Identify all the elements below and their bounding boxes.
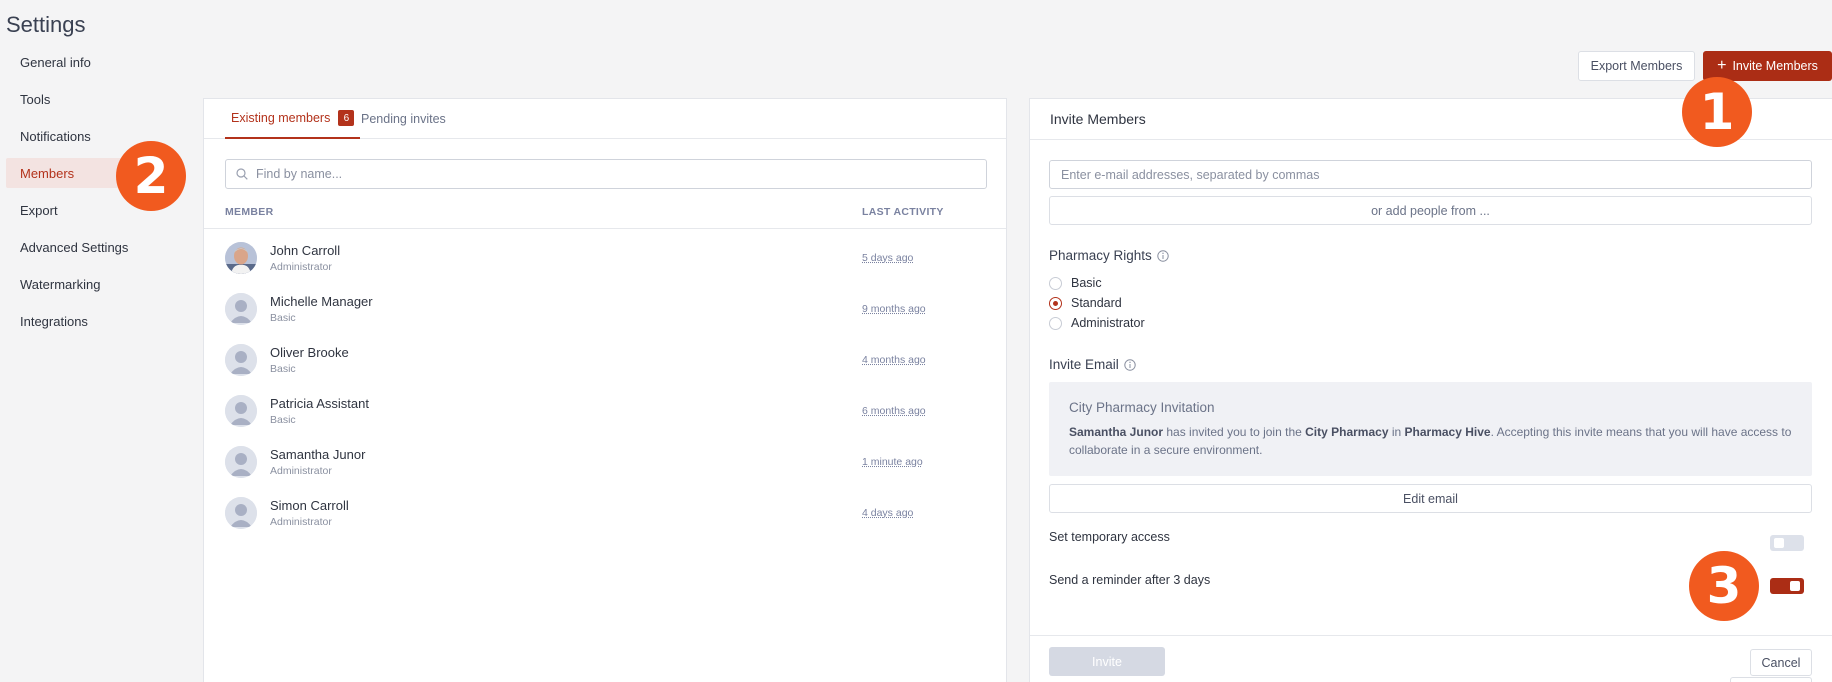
column-header-last-activity[interactable]: LAST ACTIVITY: [862, 206, 944, 218]
member-last-activity: 4 months ago: [862, 354, 926, 366]
member-role: Basic: [270, 312, 296, 324]
edit-email-button[interactable]: Edit email: [1049, 484, 1812, 513]
member-name: John Carroll: [270, 243, 340, 258]
search-placeholder: Find by name...: [256, 167, 342, 181]
member-last-activity: 6 months ago: [862, 405, 926, 417]
sidebar-item-label: Export: [20, 203, 58, 218]
member-last-activity: 4 days ago: [862, 507, 913, 519]
avatar-placeholder-icon: [225, 395, 257, 427]
sidebar-item-label: Notifications: [20, 129, 91, 144]
members-tabs: Existing members 6 Pending invites: [204, 99, 1006, 139]
step-marker-2: 2: [116, 141, 186, 211]
column-header-member[interactable]: MEMBER: [225, 206, 273, 218]
radio-standard[interactable]: [1049, 297, 1062, 310]
sidebar-item-label: Integrations: [20, 314, 88, 329]
member-last-activity: 5 days ago: [862, 252, 913, 264]
sidebar-item-label: General info: [20, 55, 91, 70]
invite-members-label: Invite Members: [1732, 59, 1817, 73]
table-row[interactable]: John Carroll Administrator 5 days ago: [225, 238, 987, 278]
radio-label: Basic: [1071, 276, 1102, 290]
member-name: Patricia Assistant: [270, 396, 369, 411]
temporary-access-label: Set temporary access: [1049, 530, 1170, 544]
tab-existing-label: Existing members: [231, 111, 330, 125]
rights-option-administrator[interactable]: Administrator: [1049, 315, 1145, 331]
sidebar-item-label: Tools: [20, 92, 50, 107]
invite-button[interactable]: Invite: [1049, 647, 1165, 676]
reminder-label: Send a reminder after 3 days: [1049, 573, 1210, 587]
plus-icon: +: [1717, 58, 1726, 74]
member-role: Administrator: [270, 261, 332, 273]
member-role: Administrator: [270, 465, 332, 477]
sidebar-item-tools[interactable]: Tools: [6, 84, 182, 114]
sidebar-item-general-info[interactable]: General info: [6, 47, 182, 77]
email-input[interactable]: Enter e-mail addresses, separated by com…: [1049, 160, 1812, 189]
search-icon: [236, 168, 248, 180]
member-last-activity: 9 months ago: [862, 303, 926, 315]
email-placeholder: Enter e-mail addresses, separated by com…: [1061, 168, 1319, 182]
invite-panel-title: Invite Members: [1050, 111, 1146, 127]
footer-secondary-button[interactable]: [1730, 677, 1812, 682]
step-marker-3: 3: [1689, 551, 1759, 621]
tab-pending-invites[interactable]: Pending invites: [361, 99, 446, 139]
preview-text: has invited you to join the: [1163, 425, 1305, 439]
export-members-button[interactable]: Export Members: [1578, 51, 1695, 81]
member-name: Oliver Brooke: [270, 345, 349, 360]
radio-label: Standard: [1071, 296, 1122, 310]
info-icon[interactable]: [1157, 250, 1169, 262]
member-name: Michelle Manager: [270, 294, 373, 309]
table-row[interactable]: Michelle Manager Basic 9 months ago: [225, 289, 987, 329]
preview-body: Samantha Junor has invited you to join t…: [1069, 423, 1792, 459]
avatar-placeholder-icon: [225, 497, 257, 529]
pharmacy-rights-label: Pharmacy Rights: [1049, 248, 1169, 263]
avatar-placeholder-icon: [225, 293, 257, 325]
footer-divider: [1030, 635, 1832, 636]
radio-administrator[interactable]: [1049, 317, 1062, 330]
member-name: Samantha Junor: [270, 447, 365, 462]
rights-option-basic[interactable]: Basic: [1049, 275, 1102, 291]
cancel-button[interactable]: Cancel: [1750, 649, 1812, 676]
sidebar-item-label: Members: [20, 166, 74, 181]
avatar-placeholder-icon: [225, 344, 257, 376]
rights-option-standard[interactable]: Standard: [1049, 295, 1122, 311]
pharmacy-rights-text: Pharmacy Rights: [1049, 248, 1152, 263]
tab-existing-members[interactable]: Existing members 6: [225, 99, 360, 139]
sidebar-item-watermarking[interactable]: Watermarking: [6, 269, 182, 299]
sidebar-item-advanced-settings[interactable]: Advanced Settings: [6, 232, 182, 262]
page-title: Settings: [6, 12, 86, 38]
table-row[interactable]: Oliver Brooke Basic 4 months ago: [225, 340, 987, 380]
preview-title: City Pharmacy Invitation: [1069, 400, 1792, 415]
sidebar-item-label: Watermarking: [20, 277, 100, 292]
add-people-button[interactable]: or add people from ...: [1049, 196, 1812, 225]
reminder-toggle[interactable]: [1770, 578, 1804, 594]
preview-app: Pharmacy Hive: [1405, 425, 1491, 439]
radio-basic[interactable]: [1049, 277, 1062, 290]
invite-email-text: Invite Email: [1049, 357, 1119, 372]
table-row[interactable]: Simon Carroll Administrator 4 days ago: [225, 493, 987, 533]
invite-email-preview: City Pharmacy Invitation Samantha Junor …: [1049, 382, 1812, 476]
preview-org: City Pharmacy: [1305, 425, 1388, 439]
step-marker-1: 1: [1682, 77, 1752, 147]
invite-email-label: Invite Email: [1049, 357, 1136, 372]
table-row[interactable]: Patricia Assistant Basic 6 months ago: [225, 391, 987, 431]
preview-inviter: Samantha Junor: [1069, 425, 1163, 439]
avatar-placeholder-icon: [225, 446, 257, 478]
info-icon[interactable]: [1124, 359, 1136, 371]
preview-text: in: [1389, 425, 1405, 439]
member-role: Basic: [270, 414, 296, 426]
temporary-access-toggle[interactable]: [1770, 535, 1804, 551]
search-input[interactable]: Find by name...: [225, 159, 987, 189]
table-row[interactable]: Samantha Junor Administrator 1 minute ag…: [225, 442, 987, 482]
sidebar-item-label: Advanced Settings: [20, 240, 128, 255]
sidebar-item-integrations[interactable]: Integrations: [6, 306, 182, 336]
member-name: Simon Carroll: [270, 498, 349, 513]
member-last-activity: 1 minute ago: [862, 456, 923, 468]
member-role: Basic: [270, 363, 296, 375]
member-role: Administrator: [270, 516, 332, 528]
member-count-badge: 6: [338, 110, 354, 126]
radio-label: Administrator: [1071, 316, 1145, 330]
header-divider: [204, 228, 1006, 229]
members-panel: Existing members 6 Pending invites Find …: [203, 98, 1007, 682]
avatar: [225, 242, 257, 274]
